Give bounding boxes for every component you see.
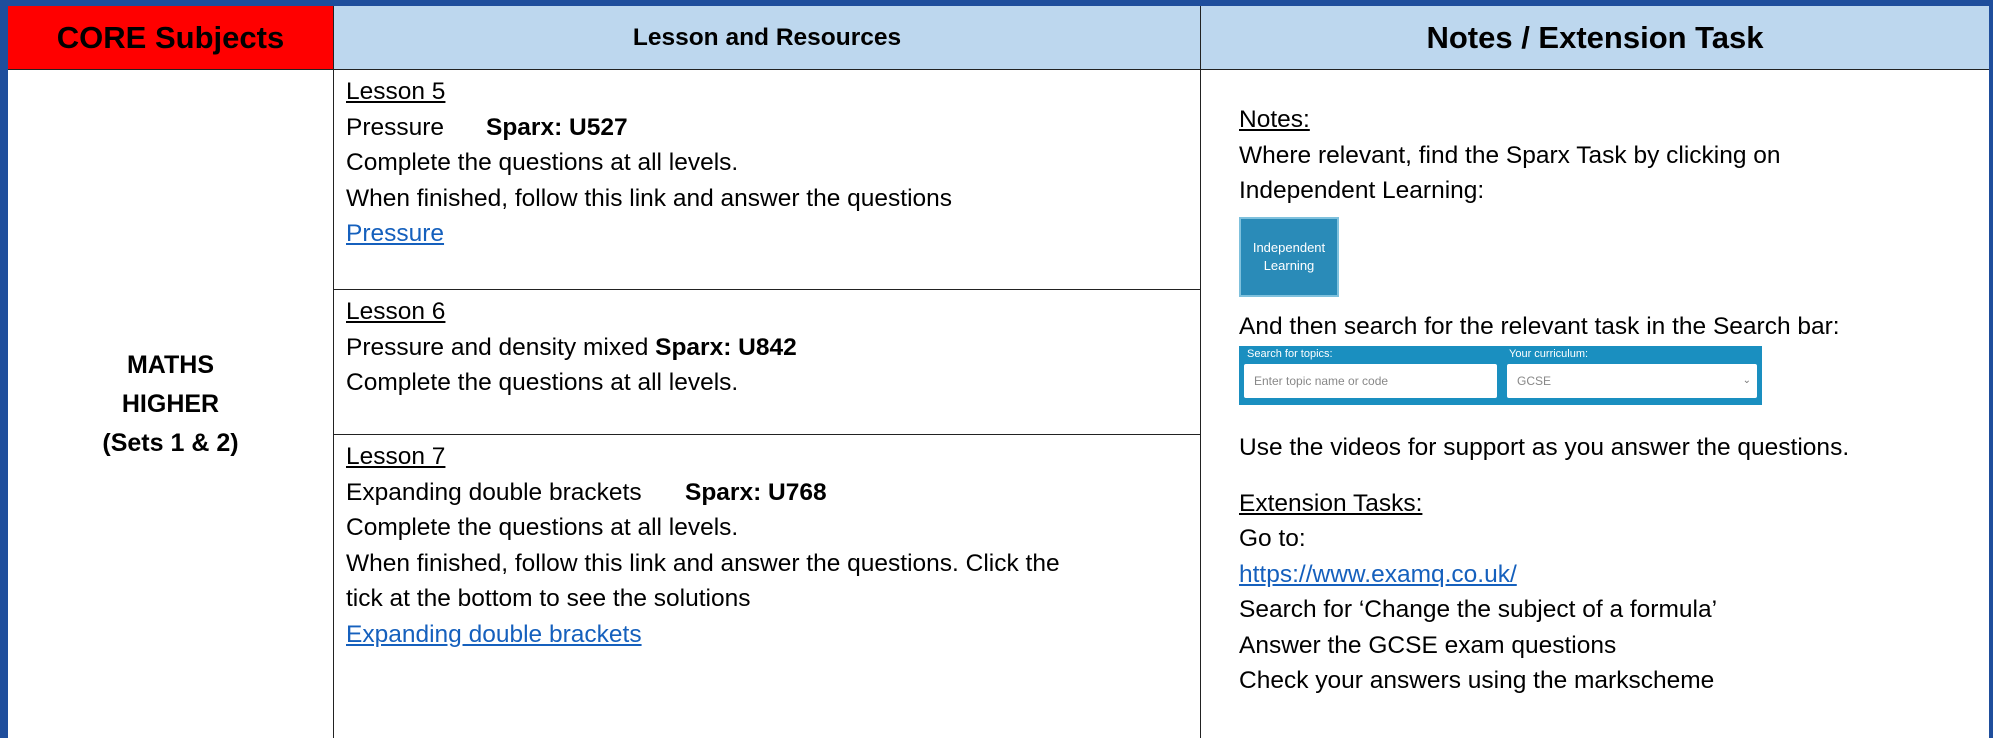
lesson-instruction: When finished, follow this link and answ… (346, 549, 1060, 577)
header-lesson-resources: Lesson and Resources (334, 6, 1201, 70)
notes-text: Use the videos for support as you answer… (1239, 434, 1850, 461)
lesson-topic: Expanding double brackets (346, 478, 642, 506)
expanding-double-brackets-link[interactable]: Expanding double brackets (346, 621, 642, 648)
curriculum-select[interactable]: GCSE ⌄ (1507, 364, 1757, 398)
lesson-instruction: Complete the questions at all levels. (346, 369, 739, 396)
header-core-subjects: CORE Subjects (8, 6, 334, 70)
subject-line-3: (Sets 1 & 2) (102, 428, 239, 457)
independent-learning-button[interactable]: Independent Learning (1239, 216, 1339, 297)
button-label: Independent (1252, 239, 1326, 255)
notes-heading: Notes: (1239, 106, 1310, 133)
header-notes-extension: Notes / Extension Task (1201, 6, 1989, 70)
lesson-instruction: When finished, follow this link and answ… (346, 184, 953, 212)
subject-line-2: HIGHER (121, 389, 220, 418)
extension-text: Check your answers using the markscheme (1239, 667, 1715, 694)
notes-text: Independent Learning: (1239, 177, 1485, 204)
right-border (1989, 0, 1993, 738)
subject-line-1: MATHS (126, 350, 214, 379)
lesson-6-cell: Lesson 6 Pressure and density mixed Spar… (334, 289, 1200, 434)
pressure-link[interactable]: Pressure (346, 220, 444, 247)
lesson-7-cell: Lesson 7 Expanding double brackets Sparx:… (334, 434, 1200, 738)
lessons-column: Lesson 5 Pressure Sparx: U527 Complete th… (334, 70, 1201, 738)
extension-text: Search for ‘Change the subject of a form… (1239, 596, 1718, 623)
chevron-down-icon: ⌄ (1742, 375, 1751, 386)
curriculum-label: Your curriculum: (1509, 348, 1589, 360)
sparx-code: Sparx: U842 (655, 333, 797, 361)
button-label: Learning (1263, 257, 1315, 273)
search-label: Search for topics: (1247, 348, 1333, 360)
lesson-title: Lesson 7 (346, 443, 446, 470)
curriculum-value: GCSE (1517, 374, 1552, 388)
lesson-5-cell: Lesson 5 Pressure Sparx: U527 Complete th… (334, 70, 1200, 289)
subject-cell: MATHS HIGHER (Sets 1 & 2) (8, 70, 334, 738)
lesson-topic-row: Pressure Sparx: U527 (346, 110, 1188, 146)
lesson-title: Lesson 6 (346, 298, 446, 325)
lesson-topic-row: Pressure and density mixed Sparx: U842 (346, 330, 1188, 366)
notes-column: Notes: Where relevant, find the Sparx Ta… (1201, 70, 1989, 738)
examq-link[interactable]: https://www.examq.co.uk/ (1239, 557, 1977, 593)
lesson-topic: Pressure (346, 113, 445, 141)
lesson-topic: Pressure and density mixed (346, 333, 656, 361)
lesson-title: Lesson 5 (346, 78, 446, 105)
sparx-search-bar: Search for topics: Your curriculum: Ente… (1239, 346, 1762, 405)
notes-text: And then search for the relevant task in… (1239, 312, 1840, 340)
extension-heading: Extension Tasks: (1239, 489, 1423, 517)
left-border (0, 0, 8, 738)
extension-text: Go to: (1239, 525, 1306, 552)
lesson-instruction: tick at the bottom to see the solutions (346, 585, 751, 612)
extension-text: Answer the GCSE exam questions (1239, 631, 1617, 659)
notes-text: Where relevant, find the Sparx Task by c… (1239, 141, 1781, 169)
lesson-topic-row: Expanding double brackets Sparx: U768 (346, 475, 1188, 511)
sparx-code: Sparx: U768 (685, 478, 827, 506)
lesson-table: CORE Subjects Lesson and Resources Notes… (8, 6, 1989, 738)
lesson-instruction: Complete the questions at all levels. (346, 514, 739, 541)
sparx-code: Sparx: U527 (486, 113, 628, 141)
search-input[interactable]: Enter topic name or code (1244, 364, 1497, 398)
lesson-instruction: Complete the questions at all levels. (346, 149, 739, 176)
